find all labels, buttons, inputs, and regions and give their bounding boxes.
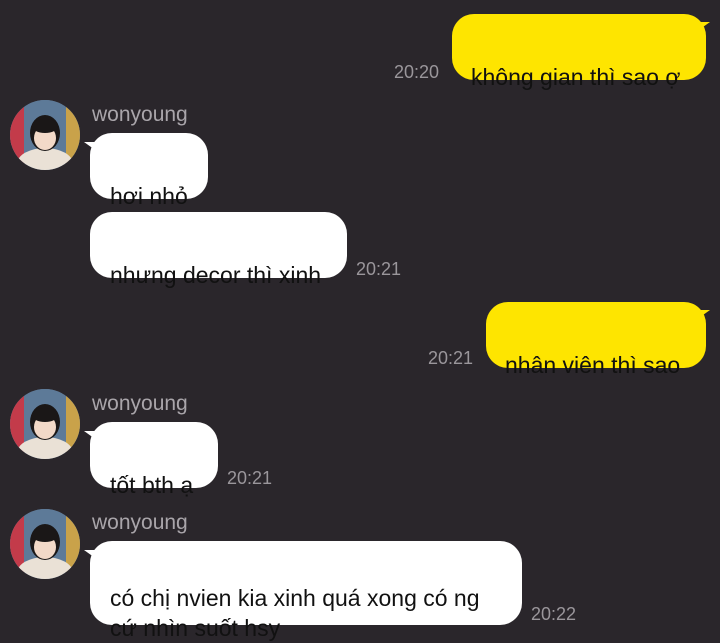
- message-timestamp: 20:21: [227, 468, 273, 488]
- sender-name: wonyoung: [92, 103, 188, 126]
- avatar[interactable]: [10, 100, 80, 170]
- sender-name: wonyoung: [92, 392, 188, 415]
- profile-photo-icon: [10, 389, 80, 459]
- sender-name: wonyoung: [92, 511, 188, 534]
- incoming-message-bubble[interactable]: nhưng decor thì xinh: [90, 212, 347, 288]
- bubble-tail: [696, 310, 710, 320]
- profile-photo-icon: [10, 509, 80, 579]
- bubble-tail: [84, 431, 98, 441]
- message-timestamp: 20:22: [531, 604, 577, 624]
- avatar[interactable]: [10, 509, 80, 579]
- outgoing-message-bubble[interactable]: không gian thì sao ợ: [452, 14, 706, 90]
- bubble-tail: [696, 22, 710, 32]
- profile-photo-icon: [10, 100, 80, 170]
- message-text: có chị nvien kia xinh quá xong có ng cứ …: [110, 585, 480, 641]
- message-text: nhưng decor thì xinh: [110, 262, 322, 288]
- message-text: tốt bth ạ: [110, 472, 194, 498]
- avatar[interactable]: [10, 389, 80, 459]
- message-timestamp: 20:20: [394, 62, 440, 82]
- message-text: nhân viên thì sao: [505, 352, 681, 378]
- bubble-tail: [84, 550, 98, 560]
- bubble-tail: [84, 142, 98, 152]
- incoming-message-bubble[interactable]: hơi nhỏ: [90, 133, 208, 209]
- message-timestamp: 20:21: [428, 348, 474, 368]
- message-text: hơi nhỏ: [110, 183, 188, 209]
- outgoing-message-bubble[interactable]: nhân viên thì sao: [486, 302, 706, 378]
- message-timestamp: 20:21: [356, 259, 402, 279]
- incoming-message-bubble[interactable]: có chị nvien kia xinh quá xong có ng cứ …: [90, 541, 522, 641]
- message-text: không gian thì sao ợ: [471, 64, 681, 90]
- incoming-message-bubble[interactable]: tốt bth ạ: [90, 422, 218, 498]
